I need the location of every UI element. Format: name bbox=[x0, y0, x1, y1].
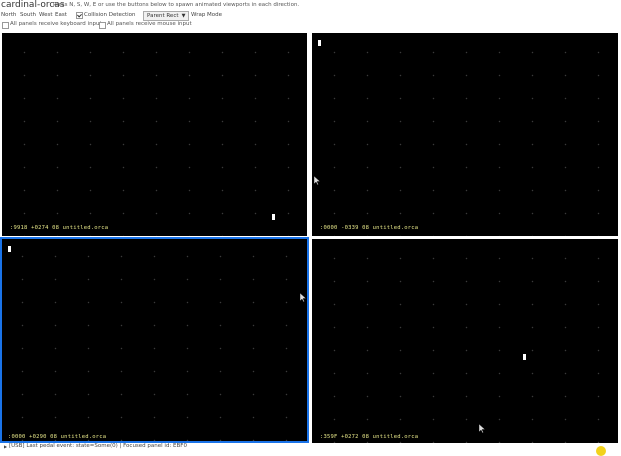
indicator-dot bbox=[596, 446, 606, 456]
viewport-south-west[interactable]: :0000 +0290 08 untitled.orca bbox=[0, 237, 309, 443]
viewport-grid: :9918 +0274 08 untitled.orca :0000 -0339… bbox=[0, 31, 621, 443]
status-bar: ▶ [USB] Last pedal event: state=Some(0) … bbox=[0, 443, 621, 450]
viewport-status: :0000 +0290 08 untitled.orca bbox=[8, 434, 107, 440]
orca-cursor bbox=[8, 246, 11, 252]
east-button[interactable]: East bbox=[55, 10, 67, 20]
mouse-input-checkbox[interactable] bbox=[99, 22, 106, 29]
north-button[interactable]: North bbox=[1, 10, 16, 20]
orca-cursor bbox=[318, 40, 321, 46]
chevron-down-icon: ▼ bbox=[181, 13, 186, 19]
instructions-text: Press N, S, W, E or use the buttons belo… bbox=[53, 2, 300, 8]
keyboard-input-label: All panels receive keyboard input bbox=[10, 21, 102, 27]
status-text: [USB] Last pedal event: state=Some(0) | … bbox=[9, 443, 187, 449]
mouse-input-label: All panels receive mouse input bbox=[107, 21, 192, 27]
viewport-status: :0000 -0339 08 untitled.orca bbox=[320, 225, 419, 231]
parent-rect-value: Parent Rect bbox=[147, 13, 179, 19]
input-options: All panels receive keyboard input All pa… bbox=[0, 20, 621, 29]
expand-triangle-icon[interactable]: ▶ bbox=[4, 443, 7, 450]
viewport-south-east[interactable]: :359F +0272 08 untitled.orca bbox=[312, 239, 618, 443]
orca-cursor bbox=[272, 214, 275, 220]
keyboard-input-checkbox[interactable] bbox=[2, 22, 9, 29]
west-button[interactable]: West bbox=[39, 10, 53, 20]
controls-toolbar: North South West East Collision Detectio… bbox=[0, 10, 621, 21]
viewport-status: :9918 +0274 08 untitled.orca bbox=[10, 225, 109, 231]
collision-detection-label: Collision Detection bbox=[84, 12, 136, 18]
viewport-north-west[interactable]: :9918 +0274 08 untitled.orca bbox=[2, 33, 307, 238]
wrap-mode-label[interactable]: Wrap Mode bbox=[191, 10, 222, 20]
viewport-status: :359F +0272 08 untitled.orca bbox=[320, 434, 419, 440]
orca-cursor bbox=[523, 354, 526, 360]
collision-detection-checkbox[interactable] bbox=[76, 12, 83, 19]
viewport-north-east[interactable]: :0000 -0339 08 untitled.orca bbox=[312, 33, 618, 236]
south-button[interactable]: South bbox=[20, 10, 36, 20]
